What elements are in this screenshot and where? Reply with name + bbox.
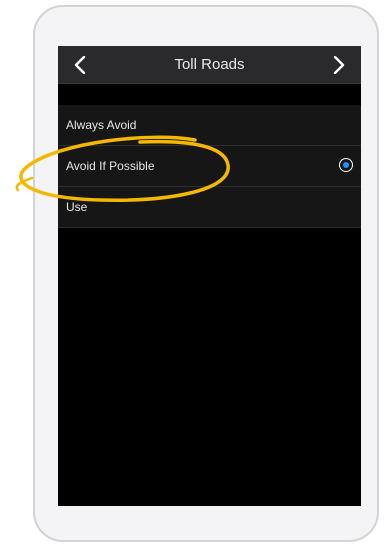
option-always-avoid[interactable]: Always Avoid [58, 105, 361, 146]
selected-radio-icon[interactable] [339, 158, 353, 172]
option-avoid-if-possible[interactable]: Avoid If Possible [58, 146, 361, 187]
chevron-right-icon [333, 56, 345, 74]
page-title: Toll Roads [174, 56, 245, 73]
option-label: Always Avoid [66, 118, 137, 132]
section-spacer [58, 84, 361, 105]
options-list: Always Avoid Avoid If Possible Use [58, 105, 361, 228]
option-label: Avoid If Possible [66, 159, 155, 173]
header-bar: Toll Roads [58, 46, 361, 84]
device-screen: Toll Roads Always Avoid Avoid If Possibl… [58, 46, 361, 506]
option-use[interactable]: Use [58, 187, 361, 228]
option-label: Use [66, 200, 88, 214]
forward-button[interactable] [317, 46, 361, 84]
radio-dot [343, 162, 349, 168]
